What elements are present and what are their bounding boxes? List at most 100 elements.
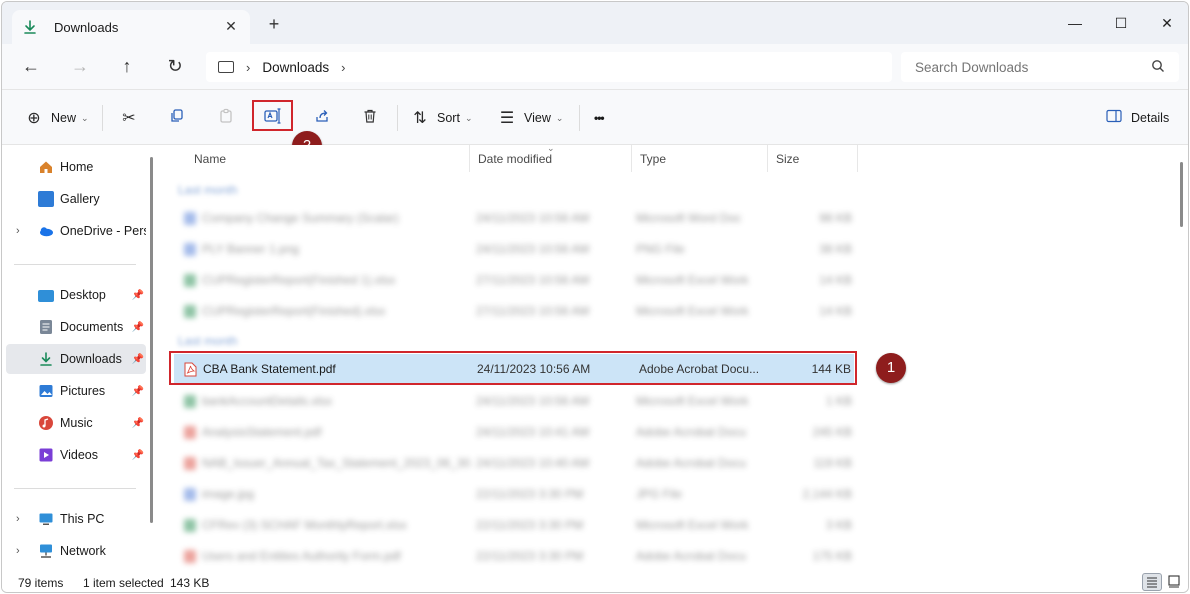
list-item[interactable]: CFRev (3) SCHAF MonthlyReport.xlsx 22/11… — [174, 510, 854, 540]
file-type: Microsoft Excel Work — [636, 273, 749, 287]
sidebar-item-label: Network — [60, 544, 106, 558]
pin-icon[interactable]: 📌 — [132, 386, 144, 397]
cut-icon: ✂ — [122, 110, 136, 127]
list-item[interactable]: CUPRegisterReport(Finished).xlsx 27/11/2… — [174, 296, 854, 326]
cut-button[interactable]: ✂ — [119, 103, 139, 133]
back-button[interactable]: ← — [19, 55, 43, 79]
new-button[interactable]: ⊕ New ⌄ — [24, 103, 88, 133]
group-header[interactable]: Last month — [178, 334, 237, 348]
tab-downloads[interactable]: Downloads ✕ — [12, 10, 250, 44]
list-item[interactable]: Company Change Summary (Scalar) 24/11/20… — [174, 203, 854, 233]
close-window-button[interactable]: ✕ — [1144, 8, 1188, 38]
address-bar[interactable]: › Downloads › — [206, 52, 892, 82]
column-header-size[interactable]: Size — [768, 145, 858, 172]
file-type: JPG File — [636, 487, 683, 501]
sidebar-scrollbar[interactable] — [150, 157, 153, 523]
chevron-right-icon[interactable]: › — [246, 60, 250, 75]
column-header-type[interactable]: Type — [632, 145, 768, 172]
group-header[interactable]: Last month — [178, 183, 237, 197]
sidebar-item-videos[interactable]: Videos 📌 — [6, 440, 146, 470]
copy-button[interactable] — [167, 103, 187, 133]
details-view-icon — [1147, 577, 1157, 588]
file-type: Adobe Acrobat Docu — [636, 456, 747, 470]
chevron-right-icon[interactable]: › — [16, 545, 20, 557]
close-tab-icon[interactable]: ✕ — [222, 18, 240, 35]
pin-icon[interactable]: 📌 — [132, 354, 144, 365]
chevron-right-icon[interactable]: › — [16, 513, 20, 525]
list-item[interactable]: CUPRegisterReport(Finished 1).xlsx 27/11… — [174, 265, 854, 295]
file-name: Users and Entities Authority Form.pdf — [202, 549, 401, 563]
chevron-right-icon[interactable]: › — [16, 225, 20, 237]
sidebar-item-desktop[interactable]: Desktop 📌 — [6, 280, 146, 310]
file-icon — [184, 212, 196, 225]
sidebar-item-downloads[interactable]: Downloads 📌 — [6, 344, 146, 374]
list-item[interactable]: NAB_Issuer_Annual_Tax_Statement_2023_06_… — [174, 448, 854, 478]
sidebar-item-onedrive[interactable]: › OneDrive - Perso — [6, 216, 146, 246]
paste-button[interactable] — [216, 103, 236, 133]
file-icon — [184, 426, 196, 439]
file-date: 27/11/2023 10:56 AM — [476, 273, 590, 287]
tiles-view-icon — [1168, 575, 1180, 588]
sidebar-item-music[interactable]: Music 📌 — [6, 408, 146, 438]
list-item[interactable]: AnalysisStatement.pdf 24/11/2023 10:41 A… — [174, 417, 854, 447]
file-type: Microsoft Word Doc — [636, 211, 742, 225]
new-tab-button[interactable]: + — [264, 15, 284, 33]
file-size: 14 KB — [819, 304, 852, 318]
list-item[interactable]: PLY Banner 1.png 24/11/2023 10:56 AM PNG… — [174, 234, 854, 264]
list-item[interactable]: Users and Entities Authority Form.pdf 22… — [174, 541, 854, 571]
view-icon: ☰ — [499, 110, 515, 127]
sidebar-item-documents[interactable]: Documents 📌 — [6, 312, 146, 342]
file-list-scrollbar[interactable] — [1180, 162, 1183, 227]
sidebar-item-home[interactable]: Home — [6, 152, 146, 182]
search-box[interactable] — [901, 52, 1179, 82]
up-button[interactable]: ↑ — [115, 55, 139, 79]
file-date: 24/11/2023 10:40 AM — [476, 456, 590, 470]
toolbar-divider — [397, 105, 398, 131]
file-icon — [184, 488, 196, 501]
refresh-button[interactable]: ↻ — [163, 55, 187, 79]
file-size: 119 KB — [813, 456, 852, 470]
item-count: 79 items — [18, 576, 64, 590]
list-item[interactable]: image.jpg 22/11/2023 3:30 PM JPG File 2,… — [174, 479, 854, 509]
list-item[interactable]: bankAccountDetails.xlsx 24/11/2023 10:56… — [174, 386, 854, 416]
share-button[interactable] — [312, 103, 332, 133]
file-date: 27/11/2023 10:56 AM — [476, 304, 590, 318]
tiles-view-button[interactable] — [1165, 573, 1185, 591]
sort-button[interactable]: ⇅ Sort ⌄ — [410, 103, 472, 133]
file-type: PNG File — [636, 242, 685, 256]
sort-caret-icon: ⌄ — [547, 143, 555, 153]
maximize-button[interactable]: ☐ — [1098, 8, 1144, 38]
details-view-button[interactable] — [1142, 573, 1162, 591]
chevron-right-icon[interactable]: › — [341, 60, 345, 75]
sidebar-item-network[interactable]: › Network — [6, 536, 146, 566]
more-options-button[interactable]: ••• — [594, 103, 605, 133]
sidebar-item-pictures[interactable]: Pictures 📌 — [6, 376, 146, 406]
file-name: image.jpg — [202, 487, 255, 501]
column-header-name[interactable]: Name — [186, 145, 470, 172]
minimize-button[interactable]: — — [1052, 8, 1098, 38]
toolbar-divider — [102, 105, 103, 131]
column-header-label: Type — [640, 151, 667, 166]
sidebar-item-gallery[interactable]: Gallery — [6, 184, 146, 214]
file-name: AnalysisStatement.pdf — [202, 425, 322, 439]
pin-icon[interactable]: 📌 — [132, 322, 144, 333]
file-date: 22/11/2023 3:30 PM — [476, 549, 584, 563]
new-label: New — [51, 111, 77, 125]
breadcrumb-downloads[interactable]: Downloads — [262, 60, 329, 75]
pin-icon[interactable]: 📌 — [132, 418, 144, 429]
details-pane-button[interactable]: Details — [1104, 103, 1169, 133]
delete-button[interactable] — [360, 103, 380, 133]
status-bar: 79 items 1 item selected 143 KB — [2, 570, 1188, 592]
music-icon — [38, 415, 54, 431]
pin-icon[interactable]: 📌 — [132, 450, 144, 461]
rename-highlight — [252, 100, 293, 131]
tab-title: Downloads — [54, 19, 119, 35]
column-header-label: Date modified — [478, 151, 553, 166]
search-input[interactable] — [915, 59, 1135, 75]
file-explorer-window: Downloads ✕ + — ☐ ✕ ← → ↑ ↻ › Downloads … — [1, 1, 1189, 593]
pin-icon[interactable]: 📌 — [132, 290, 144, 301]
sidebar-item-this-pc[interactable]: › This PC — [6, 504, 146, 534]
view-button[interactable]: ☰ View ⌄ — [497, 103, 564, 133]
forward-button[interactable]: → — [68, 55, 92, 79]
file-type: Microsoft Excel Work — [636, 394, 749, 408]
